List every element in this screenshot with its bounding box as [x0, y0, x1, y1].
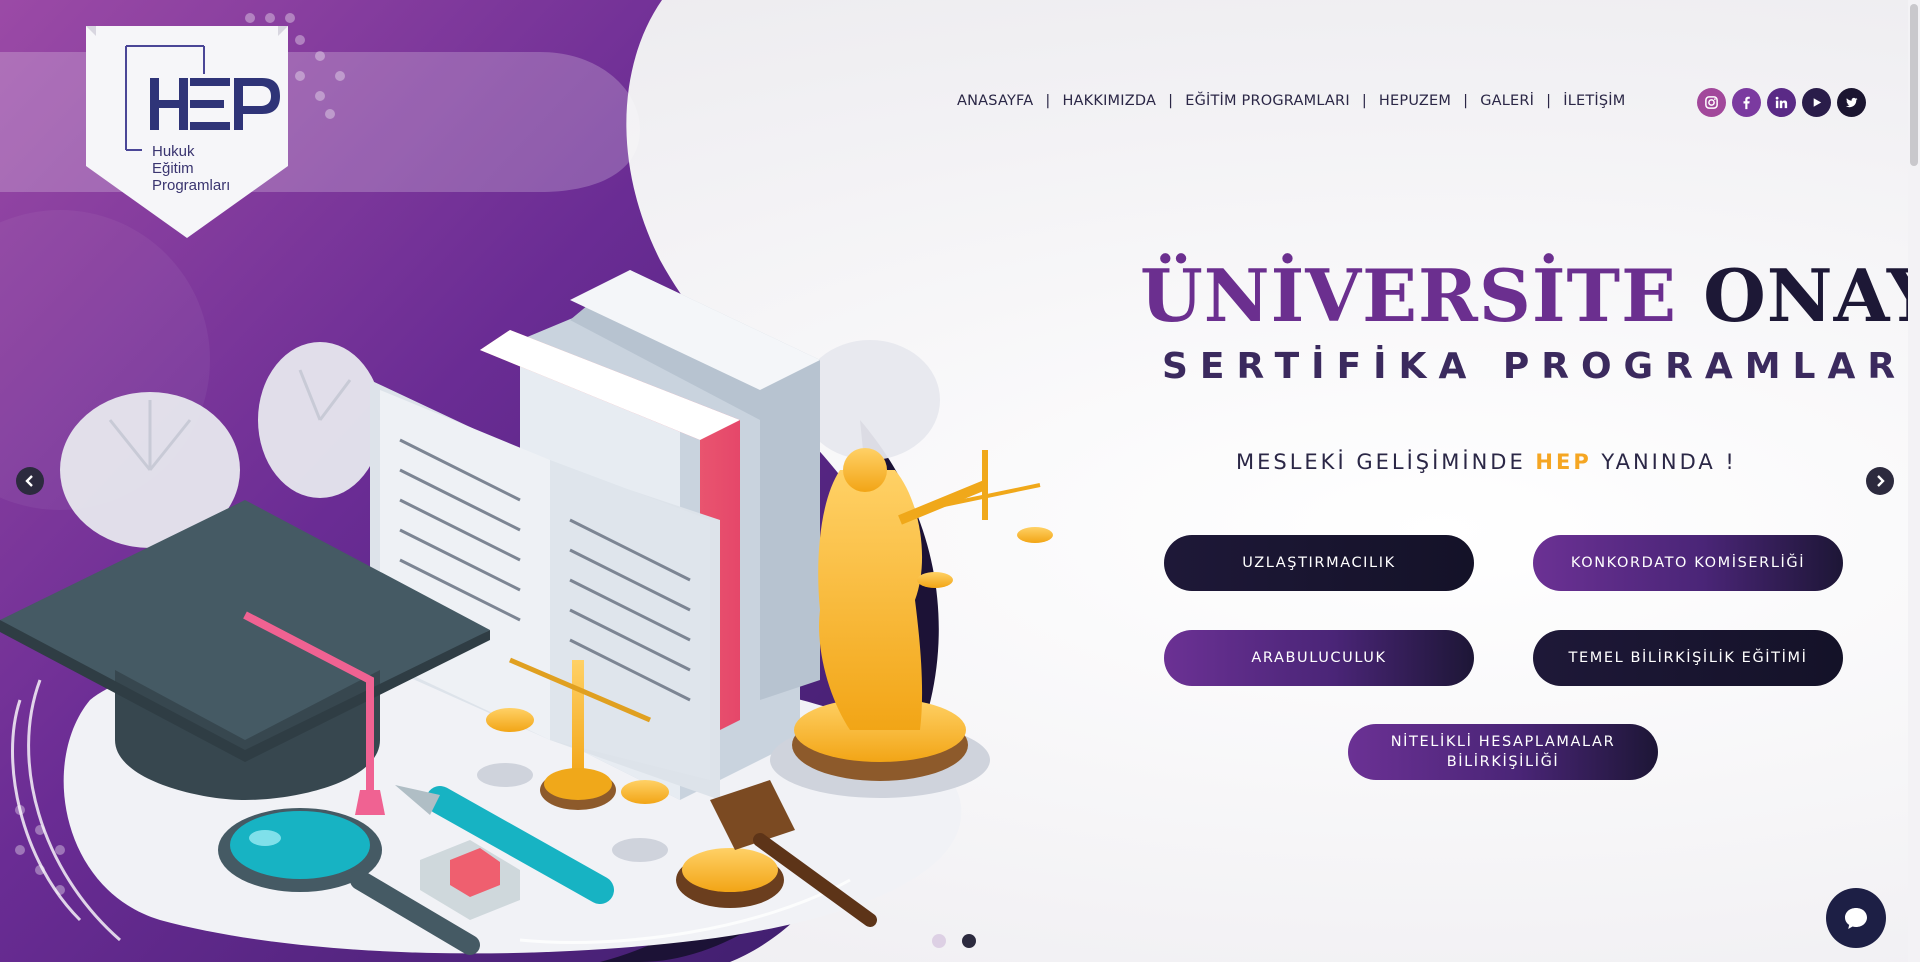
slider-dot-2-active[interactable]: [962, 934, 976, 948]
nav-item-egitim-programlari[interactable]: EĞİTİM PROGRAMLARI: [1185, 93, 1350, 109]
logo-line-3: Programları: [152, 177, 231, 194]
slider-pagination: [932, 934, 976, 948]
page-scrollbar[interactable]: [1908, 0, 1920, 962]
chevron-right-icon: [1877, 475, 1885, 487]
konkordato-komiserligi-button[interactable]: KONKORDATO KOMİSERLİĞİ: [1533, 535, 1843, 591]
logo-line-2: Eğitim: [152, 160, 194, 177]
hero-title-part-2: ONAYLI: [1703, 253, 1920, 338]
nav-separator: |: [1168, 93, 1174, 109]
youtube-icon[interactable]: [1802, 88, 1831, 117]
uzlastirmacilik-button[interactable]: UZLAŞTIRMACILIK: [1164, 535, 1474, 591]
twitter-icon[interactable]: [1837, 88, 1866, 117]
nav-separator: |: [1361, 93, 1367, 109]
nav-item-iletisim[interactable]: İLETİŞİM: [1563, 93, 1625, 109]
nav-separator: |: [1463, 93, 1469, 109]
tagline-highlight: HEP: [1535, 450, 1592, 474]
tagline-pre: MESLEKİ GELİŞİMİNDE: [1236, 450, 1536, 474]
nav-item-hepuzem[interactable]: HEPUZEM: [1379, 93, 1451, 109]
nav-item-hakkimizda[interactable]: HAKKIMIZDA: [1062, 93, 1156, 109]
nitelikli-hesaplamalar-button[interactable]: NİTELİKLİ HESAPLAMALAR BİLİRKİŞİLİĞİ: [1348, 724, 1658, 780]
hero-subtitle: SERTİFİKA PROGRAMLARI: [1162, 346, 1920, 387]
hero-tagline: MESLEKİ GELİŞİMİNDE HEP YANINDA !: [1236, 450, 1737, 474]
instagram-icon[interactable]: [1697, 88, 1726, 117]
nitelikli-button-line-2: BİLİRKİŞİLİĞİ: [1446, 754, 1560, 770]
scrollbar-thumb[interactable]: [1910, 4, 1918, 166]
logo-line-1: Hukuk: [152, 143, 195, 160]
social-links: [1697, 88, 1866, 117]
hero-title: ÜNİVERSİTE ONAYLI: [1140, 253, 1920, 338]
temel-bilirkisilik-button[interactable]: TEMEL BİLİRKİŞİLİK EĞİTİMİ: [1533, 630, 1843, 686]
nitelikli-button-line-1: NİTELİKLİ HESAPLAMALAR: [1390, 734, 1616, 750]
slider-prev-button[interactable]: [16, 467, 44, 495]
hero-title-part-1: ÜNİVERSİTE: [1140, 253, 1677, 338]
chevron-left-icon: [25, 475, 33, 487]
hep-logo-badge[interactable]: [84, 26, 290, 238]
slider-dot-1[interactable]: [932, 934, 946, 948]
chat-bubble-icon: [1845, 908, 1867, 929]
logo-tagline: Hukuk Eğitim Programları: [152, 143, 230, 194]
facebook-icon[interactable]: [1732, 88, 1761, 117]
slider-next-button[interactable]: [1866, 467, 1894, 495]
main-navigation: ANASAYFA | HAKKIMIZDA | EĞİTİM PROGRAMLA…: [957, 93, 1625, 109]
chat-widget-button[interactable]: [1826, 888, 1886, 948]
nav-item-galeri[interactable]: GALERİ: [1480, 93, 1534, 109]
linkedin-icon[interactable]: [1767, 88, 1796, 117]
nav-item-anasayfa[interactable]: ANASAYFA: [957, 93, 1033, 109]
nav-separator: |: [1546, 93, 1552, 109]
nav-separator: |: [1045, 93, 1051, 109]
arabuluculuk-button[interactable]: ARABULUCULUK: [1164, 630, 1474, 686]
tagline-post: YANINDA !: [1591, 450, 1737, 474]
hero-slider: Hukuk Eğitim Programları ANASAYFA | HAKK…: [0, 0, 1920, 962]
